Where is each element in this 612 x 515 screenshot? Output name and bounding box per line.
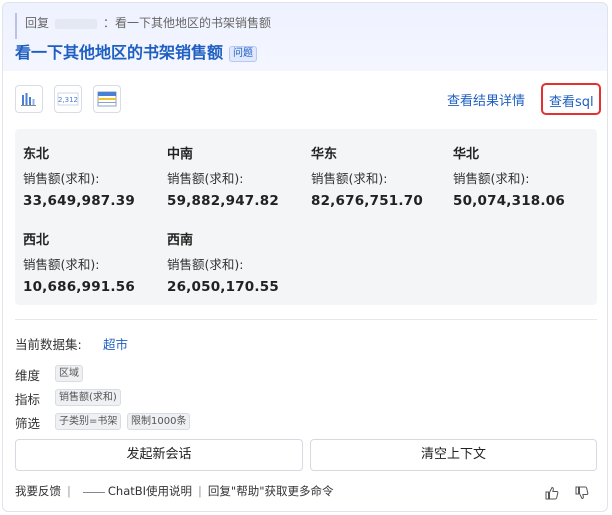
result-cell: 东北 销售额(求和): 33,649,987.39 (23, 143, 163, 209)
thumbs-down-icon[interactable] (575, 486, 589, 500)
filter-tag: 子类别=书架 (55, 413, 122, 430)
dataset-label: 当前数据集: (15, 337, 82, 352)
question-title-text: 看一下其他地区的书架销售额 (15, 43, 224, 62)
region-name: 华北 (453, 147, 480, 162)
metric-label: 销售额(求和): (23, 171, 100, 186)
result-cell: 西北 销售额(求和): 10,686,991.56 (23, 229, 163, 295)
region-name: 东北 (23, 147, 50, 162)
metric-value: 59,882,947.82 (167, 193, 279, 209)
bar-chart-icon[interactable] (15, 85, 43, 113)
result-cell: 华北 销售额(求和): 50,074,318.06 (453, 143, 593, 209)
thumbs-up-icon[interactable] (545, 486, 559, 500)
reply-prefix: 回复 (25, 16, 50, 30)
dataset-link[interactable]: 超市 (103, 334, 128, 353)
metric-label: 销售额(求和): (453, 171, 530, 186)
reply-quote: 回复 ：看一下其他地区的书架销售额 (15, 13, 271, 39)
number-card-icon[interactable]: 2,312 (54, 85, 82, 113)
question-header: 回复 ：看一下其他地区的书架销售额 看一下其他地区的书架销售额 问题 (3, 3, 607, 71)
dimension-tag: 区域 (55, 365, 83, 382)
view-sql-link-highlight[interactable]: 查看sql (541, 83, 601, 115)
separator: | (198, 484, 202, 498)
feedback-link[interactable]: 我要反馈 (15, 484, 61, 498)
footer-links: 我要反馈 | ChatBI使用说明 | 回复"帮助"获取更多命令 (15, 483, 333, 499)
redacted-name (55, 18, 98, 29)
dimension-label: 维度 (15, 368, 41, 383)
limit-tag: 限制1000条 (127, 413, 191, 430)
metric-value: 33,649,987.39 (23, 193, 135, 209)
reply-colon: ： (103, 16, 116, 30)
result-grid: 东北 销售额(求和): 33,649,987.39 中南 销售额(求和): 59… (15, 129, 597, 305)
filter-label: 筛选 (15, 416, 41, 431)
metric-label: 销售额(求和): (167, 171, 244, 186)
region-name: 西北 (23, 233, 50, 248)
metric-value: 26,050,170.55 (167, 279, 279, 295)
separator: | (67, 484, 71, 498)
guide-link[interactable]: ChatBI使用说明 (108, 484, 192, 498)
region-name: 华东 (311, 147, 338, 162)
view-sql-link[interactable]: 查看sql (549, 91, 594, 110)
chat-answer-card: 回复 ：看一下其他地区的书架销售额 看一下其他地区的书架销售额 问题 2,312 查… (2, 2, 608, 512)
metric-value: 10,686,991.56 (23, 279, 135, 295)
question-title: 看一下其他地区的书架销售额 问题 (15, 39, 258, 63)
result-cell: 中南 销售额(求和): 59,882,947.82 (167, 143, 307, 209)
region-name: 西南 (167, 233, 194, 248)
new-session-button[interactable]: 发起新会话 (15, 439, 303, 471)
view-result-details-link[interactable]: 查看结果详情 (447, 90, 525, 109)
metric-tag: 销售额(求和) (55, 389, 121, 406)
question-badge: 问题 (229, 45, 258, 62)
result-cell: 西南 销售额(求和): 26,050,170.55 (167, 229, 307, 295)
help-hint: 回复"帮助"获取更多命令 (207, 484, 334, 498)
svg-text:2,312: 2,312 (58, 96, 78, 104)
metric-label: 销售额(求和): (167, 257, 244, 272)
region-name: 中南 (167, 147, 194, 162)
metric-value: 50,074,318.06 (453, 193, 565, 209)
metric-label: 销售额(求和): (311, 171, 388, 186)
table-icon[interactable] (93, 85, 121, 113)
redacted-name (82, 491, 105, 493)
result-cell: 华东 销售额(求和): 82,676,751.70 (311, 143, 451, 209)
clear-context-button[interactable]: 清空上下文 (310, 439, 597, 471)
divider (15, 319, 597, 320)
metric-label: 销售额(求和): (23, 257, 100, 272)
metric-prop-label: 指标 (15, 392, 41, 407)
reply-text: 看一下其他地区的书架销售额 (115, 16, 272, 30)
metric-value: 82,676,751.70 (311, 193, 423, 209)
